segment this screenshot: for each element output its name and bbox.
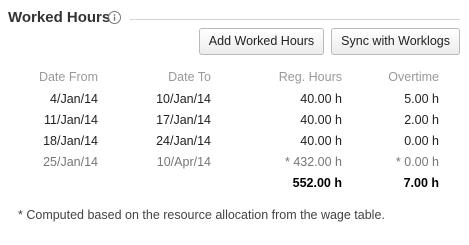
panel-title: Worked Hours — [8, 9, 111, 26]
cell-overtime: 0.00 h — [404, 133, 439, 148]
column-header-date-from: Date From — [38, 70, 98, 84]
cell-overtime: * 0.00 h — [395, 154, 439, 169]
table-header-row: Date From Date To Reg. Hours Overtime — [8, 66, 461, 88]
table-row: 11/Jan/14 17/Jan/14 40.00 h 2.00 h — [8, 109, 461, 130]
cell-date-from: 18/Jan/14 — [43, 133, 98, 148]
sync-with-worklogs-button[interactable]: Sync with Worklogs — [331, 28, 460, 55]
total-reg-hours: 552.00 h — [292, 175, 342, 190]
toolbar: Add Worked Hours Sync with Worklogs — [198, 28, 460, 55]
worked-hours-table: Date From Date To Reg. Hours Overtime 4/… — [8, 66, 461, 193]
cell-spacer — [439, 130, 461, 151]
cell-reg-hours: 40.00 h — [300, 112, 342, 127]
table-row: 4/Jan/14 10/Jan/14 40.00 h 5.00 h — [8, 88, 461, 109]
cell-date-to: 17/Jan/14 — [156, 112, 211, 127]
cell-date-from: 25/Jan/14 — [43, 154, 98, 169]
table-row: 18/Jan/14 24/Jan/14 40.00 h 0.00 h — [8, 130, 461, 151]
table-row-computed: 25/Jan/14 10/Apr/14 * 432.00 h * 0.00 h — [8, 151, 461, 172]
worked-hours-panel: Worked Hours Add Worked Hours Sync with … — [0, 0, 469, 245]
footnote: * Computed based on the resource allocat… — [18, 208, 385, 222]
cell-reg-hours: * 432.00 h — [285, 154, 342, 169]
column-header-date-to: Date To — [168, 70, 211, 84]
column-header-overtime: Overtime — [388, 70, 439, 84]
total-overtime: 7.00 h — [403, 175, 439, 190]
cell-date-to: 24/Jan/14 — [156, 133, 211, 148]
header-divider — [130, 19, 460, 20]
column-header-reg-hours: Reg. Hours — [278, 70, 342, 84]
cell-spacer — [439, 151, 461, 172]
column-spacer — [439, 66, 461, 88]
cell-date-to: 10/Jan/14 — [156, 91, 211, 106]
add-worked-hours-button[interactable]: Add Worked Hours — [198, 28, 325, 55]
cell-date-from: 11/Jan/14 — [44, 112, 98, 127]
panel-header: Worked Hours — [8, 8, 460, 30]
cell-spacer — [439, 172, 461, 193]
cell-spacer — [439, 109, 461, 130]
info-icon[interactable] — [108, 11, 121, 24]
cell-reg-hours: 40.00 h — [300, 133, 342, 148]
table-totals-row: 552.00 h 7.00 h — [8, 172, 461, 193]
cell-date-to: 10/Apr/14 — [156, 154, 211, 169]
cell-empty — [98, 172, 211, 193]
cell-reg-hours: 40.00 h — [300, 91, 342, 106]
cell-date-from: 4/Jan/14 — [50, 91, 98, 106]
cell-overtime: 2.00 h — [404, 112, 439, 127]
cell-empty — [8, 172, 98, 193]
cell-overtime: 5.00 h — [404, 91, 439, 106]
cell-spacer — [439, 88, 461, 109]
